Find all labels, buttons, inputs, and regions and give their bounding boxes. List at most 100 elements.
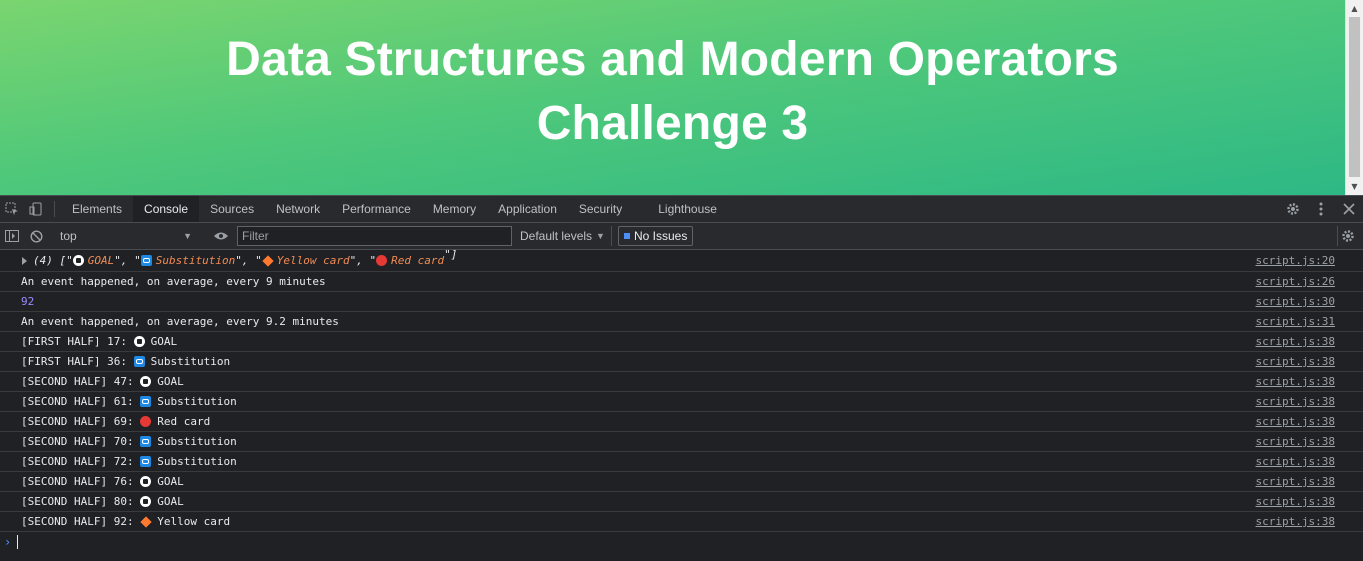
more-options-icon[interactable] (1307, 202, 1335, 216)
source-link[interactable]: script.js:38 (1256, 432, 1335, 451)
scroll-down-icon[interactable]: ▼ (1346, 178, 1363, 195)
issue-flag-icon (623, 233, 630, 239)
source-link[interactable]: script.js:38 (1256, 452, 1335, 471)
console-message: [SECOND HALF] 80: GOAL script.js:38 (0, 492, 1363, 512)
source-link[interactable]: script.js:38 (1256, 472, 1335, 491)
log-levels-dropdown[interactable]: Default levels ▼ (520, 226, 612, 246)
console-message: [SECOND HALF] 47: GOAL script.js:38 (0, 372, 1363, 392)
clear-console-icon[interactable] (24, 229, 48, 243)
event-label: Substitution (157, 455, 237, 468)
event-prefix: [SECOND HALF] 61: (21, 395, 134, 408)
console-message: [FIRST HALF] 17: GOAL script.js:38 (0, 332, 1363, 352)
hero: Data Structures and Modern Operators Cha… (0, 0, 1345, 195)
event-prefix: [SECOND HALF] 92: (21, 515, 134, 528)
context-selector[interactable]: top ▼ (54, 226, 196, 246)
event-prefix: [SECOND HALF] 76: (21, 475, 134, 488)
source-link[interactable]: script.js:38 (1256, 392, 1335, 411)
substitution-icon (140, 436, 152, 447)
console-toolbar: top ▼ Default levels ▼ No Issues (0, 223, 1363, 250)
array-count: (4) (33, 254, 53, 267)
inspect-element-icon[interactable] (0, 196, 24, 222)
tab-performance[interactable]: Performance (331, 196, 422, 222)
event-label: Substitution (157, 395, 237, 408)
settings-gear-icon[interactable] (1279, 202, 1307, 216)
close-icon[interactable] (1335, 203, 1363, 215)
tab-application[interactable]: Application (487, 196, 568, 222)
chevron-down-icon: ▼ (183, 231, 192, 241)
console-message: [SECOND HALF] 76: GOAL script.js:38 (0, 472, 1363, 492)
yellow-card-icon (140, 515, 152, 528)
scrollbar-thumb[interactable] (1349, 17, 1360, 177)
source-link[interactable]: script.js:20 (1256, 250, 1335, 271)
issues-button[interactable]: No Issues (617, 226, 694, 246)
substitution-icon (140, 456, 152, 467)
console-message: [SECOND HALF] 61: Substitution script.js… (0, 392, 1363, 412)
console-message: [SECOND HALF] 72: Substitution script.js… (0, 452, 1363, 472)
console-message: [SECOND HALF] 70: Substitution script.js… (0, 432, 1363, 452)
tab-memory[interactable]: Memory (422, 196, 487, 222)
source-link[interactable]: script.js:38 (1256, 492, 1335, 511)
tab-security[interactable]: Security (568, 196, 633, 222)
source-link[interactable]: script.js:38 (1256, 512, 1335, 531)
array-item: GOAL (87, 254, 115, 267)
sidebar-toggle-icon[interactable] (0, 230, 24, 242)
event-label: Substitution (150, 355, 231, 368)
red-card-icon (140, 416, 152, 427)
soccer-ball-icon (140, 496, 152, 507)
tab-elements[interactable]: Elements (61, 196, 133, 222)
soccer-ball-icon (140, 476, 152, 487)
event-prefix: [FIRST HALF] 36: (21, 355, 127, 368)
console-settings-gear-icon[interactable] (1337, 226, 1357, 246)
array-item: Yellow card (276, 254, 350, 267)
devtools-panel: Elements Console Sources Network Perform… (0, 195, 1363, 561)
prompt-chevron-icon: › (4, 535, 12, 549)
console-message: An event happened, on average, every 9.2… (0, 312, 1363, 332)
scroll-up-icon[interactable]: ▲ (1346, 0, 1363, 17)
console-prompt[interactable]: › (0, 532, 1363, 552)
event-label: Red card (157, 415, 211, 428)
expand-triangle-icon[interactable] (22, 257, 27, 265)
context-label: top (60, 229, 77, 243)
event-label: Substitution (157, 435, 237, 448)
source-link[interactable]: script.js:30 (1256, 292, 1335, 311)
divider (54, 201, 55, 217)
tab-network[interactable]: Network (265, 196, 331, 222)
source-link[interactable]: script.js:38 (1256, 412, 1335, 431)
page-scrollbar[interactable]: ▲ ▼ (1345, 0, 1363, 195)
tab-console[interactable]: Console (133, 196, 200, 222)
issues-label: No Issues (633, 229, 688, 243)
event-prefix: [FIRST HALF] 17: (21, 335, 127, 348)
message-number: 92 (21, 295, 35, 308)
devtools-tabbar: Elements Console Sources Network Perform… (0, 195, 1363, 223)
live-expression-eye-icon[interactable] (209, 231, 233, 241)
devtools-actions (1279, 196, 1363, 222)
event-label: GOAL (150, 335, 178, 348)
console-message: [SECOND HALF] 92: Yellow card script.js:… (0, 512, 1363, 532)
chevron-down-icon: ▼ (596, 231, 605, 241)
filter-input[interactable] (237, 226, 512, 246)
event-prefix: [SECOND HALF] 69: (21, 415, 134, 428)
substitution-icon (140, 396, 152, 407)
page-title: Data Structures and Modern Operators (226, 32, 1119, 86)
source-link[interactable]: script.js:31 (1256, 312, 1335, 331)
tab-lighthouse[interactable]: Lighthouse (647, 196, 728, 222)
soccer-ball-icon (133, 336, 145, 347)
page-viewport: Data Structures and Modern Operators Cha… (0, 0, 1363, 195)
source-link[interactable]: script.js:38 (1256, 352, 1335, 371)
console-message: 92 script.js:30 (0, 292, 1363, 312)
log-levels-label: Default levels (520, 229, 593, 243)
source-link[interactable]: script.js:38 (1256, 372, 1335, 391)
message-text: An event happened, on average, every 9.2… (21, 315, 339, 328)
console-message[interactable]: (4) [" GOAL ", " Substitution ", " Yellow car… (0, 248, 1363, 272)
tab-sources[interactable]: Sources (199, 196, 265, 222)
array-item: Substitution (155, 254, 236, 267)
substitution-icon (140, 255, 152, 266)
soccer-ball-icon (72, 255, 84, 266)
console-message: An event happened, on average, every 9 m… (0, 272, 1363, 292)
device-toolbar-icon[interactable] (24, 196, 48, 222)
console-message: [SECOND HALF] 69: Red card script.js:38 (0, 412, 1363, 432)
source-link[interactable]: script.js:38 (1256, 332, 1335, 351)
event-prefix: [SECOND HALF] 70: (21, 435, 134, 448)
source-link[interactable]: script.js:26 (1256, 272, 1335, 291)
console-output: (4) [" GOAL ", " Substitution ", " Yellow car… (0, 248, 1363, 552)
